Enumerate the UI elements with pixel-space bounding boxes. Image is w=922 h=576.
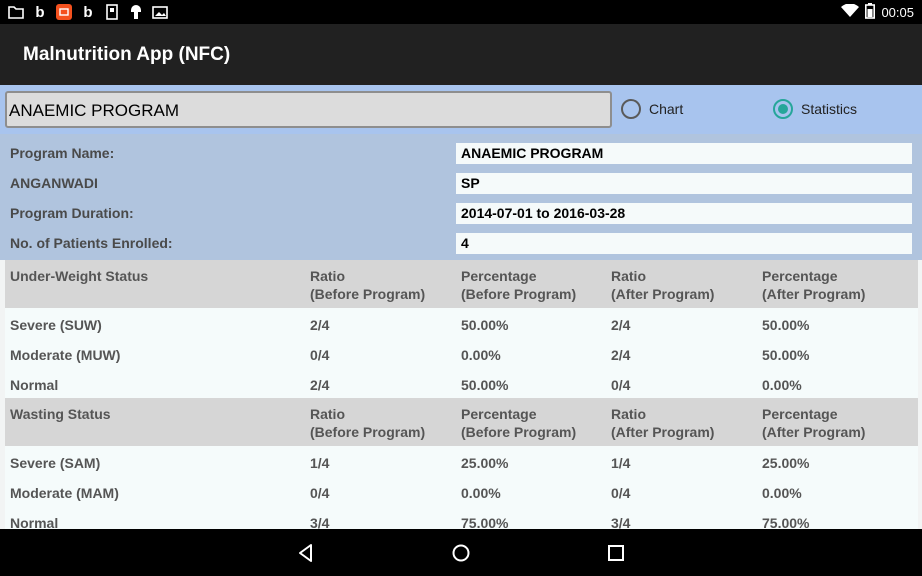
notification-app-icon — [56, 4, 72, 20]
column-header: Percentage (Before Program) — [461, 406, 577, 440]
app-bar: Malnutrition App (NFC) — [0, 24, 922, 85]
table-cell: 50.00% — [762, 317, 810, 333]
table-cell: 0/4 — [611, 485, 631, 501]
info-label: ANGANWADI — [10, 175, 98, 191]
folder-icon — [8, 4, 24, 20]
table-row: Normal 3/4 75.00% 3/4 75.00% — [5, 506, 918, 529]
sim-icon — [104, 4, 120, 20]
row-label: Severe (SAM) — [10, 455, 101, 471]
column-header: Ratio (After Program) — [611, 406, 715, 440]
row-label: Moderate (MAM) — [10, 485, 119, 501]
back-icon[interactable] — [295, 542, 317, 564]
b-app-icon: b — [35, 3, 45, 21]
info-row: ANGANWADI SP — [0, 164, 922, 194]
recents-icon[interactable] — [605, 542, 627, 564]
column-header: Ratio (Before Program) — [310, 268, 426, 302]
radio-checked-icon — [773, 99, 793, 119]
section-title: Under-Weight Status — [10, 268, 149, 284]
table-cell: 2/4 — [310, 317, 330, 333]
table-cell: 0.00% — [461, 485, 501, 501]
table-cell: 75.00% — [762, 515, 810, 529]
table-cell: 50.00% — [461, 377, 509, 393]
clock: 00:05 — [881, 4, 914, 20]
table-cell: 50.00% — [461, 317, 509, 333]
radio-statistics-label: Statistics — [801, 101, 858, 117]
info-row: Program Duration: 2014-07-01 to 2016-03-… — [0, 194, 922, 224]
table-cell: 50.00% — [762, 347, 810, 363]
table-cell: 2/4 — [310, 377, 330, 393]
column-header: Percentage (After Program) — [762, 268, 866, 302]
battery-icon — [865, 2, 876, 22]
table-cell: 25.00% — [461, 455, 509, 471]
table-row: Normal 2/4 50.00% 0/4 0.00% — [5, 368, 918, 398]
table-cell: 3/4 — [310, 515, 330, 529]
view-controls: ANAEMIC PROGRAM Chart Statistics — [0, 85, 922, 134]
program-select[interactable]: ANAEMIC PROGRAM — [5, 91, 612, 128]
table-cell: 2/4 — [611, 317, 631, 333]
radio-unchecked-icon — [621, 99, 641, 119]
program-info: Program Name: ANAEMIC PROGRAM ANGANWADI … — [0, 134, 922, 260]
table-cell: 2/4 — [611, 347, 631, 363]
row-label: Severe (SUW) — [10, 317, 102, 333]
app-title: Malnutrition App (NFC) — [23, 44, 231, 65]
info-value: 4 — [456, 233, 912, 254]
table-section-header: Under-Weight Status Ratio (Before Program… — [5, 260, 918, 308]
info-value: ANAEMIC PROGRAM — [456, 143, 912, 164]
info-label: No. of Patients Enrolled: — [10, 235, 173, 251]
info-value: 2014-07-01 to 2016-03-28 — [456, 203, 912, 224]
info-row: Program Name: ANAEMIC PROGRAM — [0, 134, 922, 164]
column-header: Ratio (After Program) — [611, 268, 715, 302]
row-label: Moderate (MUW) — [10, 347, 121, 363]
table-section-header: Wasting Status Ratio (Before Program) Perc… — [5, 398, 918, 446]
row-label: Normal — [10, 515, 59, 529]
notification-icons: b b — [8, 3, 168, 21]
table-cell: 0/4 — [310, 347, 330, 363]
b-app-icon-2: b — [83, 3, 93, 21]
table-cell: 0.00% — [762, 485, 802, 501]
table-cell: 0.00% — [762, 377, 802, 393]
column-header: Percentage (Before Program) — [461, 268, 577, 302]
table-cell: 0.00% — [461, 347, 501, 363]
photos-icon — [152, 4, 168, 20]
radio-statistics[interactable]: Statistics — [773, 99, 857, 119]
info-label: Program Duration: — [10, 205, 134, 221]
info-label: Program Name: — [10, 145, 115, 161]
info-value: SP — [456, 173, 912, 194]
radio-chart[interactable]: Chart — [621, 99, 683, 119]
table-row: Severe (SAM) 1/4 25.00% 1/4 25.00% — [5, 446, 918, 476]
status-bar: b b 00:05 — [0, 0, 922, 24]
table-cell: 1/4 — [310, 455, 330, 471]
wifi-icon — [841, 2, 860, 21]
table-cell: 0/4 — [611, 377, 631, 393]
statistics-table[interactable]: Under-Weight Status Ratio (Before Program… — [5, 260, 918, 529]
info-row: No. of Patients Enrolled: 4 — [0, 224, 922, 254]
table-cell: 25.00% — [762, 455, 810, 471]
navigation-bar — [0, 529, 922, 576]
table-cell: 1/4 — [611, 455, 631, 471]
column-header: Percentage (After Program) — [762, 406, 866, 440]
table-row: Severe (SUW) 2/4 50.00% 2/4 50.00% — [5, 308, 918, 338]
section-title: Wasting Status — [10, 406, 111, 422]
row-label: Normal — [10, 377, 59, 393]
system-status: 00:05 — [841, 2, 914, 22]
table-cell: 0/4 — [310, 485, 330, 501]
table-row: Moderate (MUW) 0/4 0.00% 2/4 50.00% — [5, 338, 918, 368]
android-debug-icon — [128, 4, 144, 20]
home-icon[interactable] — [450, 542, 472, 564]
table-cell: 3/4 — [611, 515, 631, 529]
radio-chart-label: Chart — [649, 101, 684, 117]
table-row: Moderate (MAM) 0/4 0.00% 0/4 0.00% — [5, 476, 918, 506]
table-cell: 75.00% — [461, 515, 509, 529]
column-header: Ratio (Before Program) — [310, 406, 426, 440]
